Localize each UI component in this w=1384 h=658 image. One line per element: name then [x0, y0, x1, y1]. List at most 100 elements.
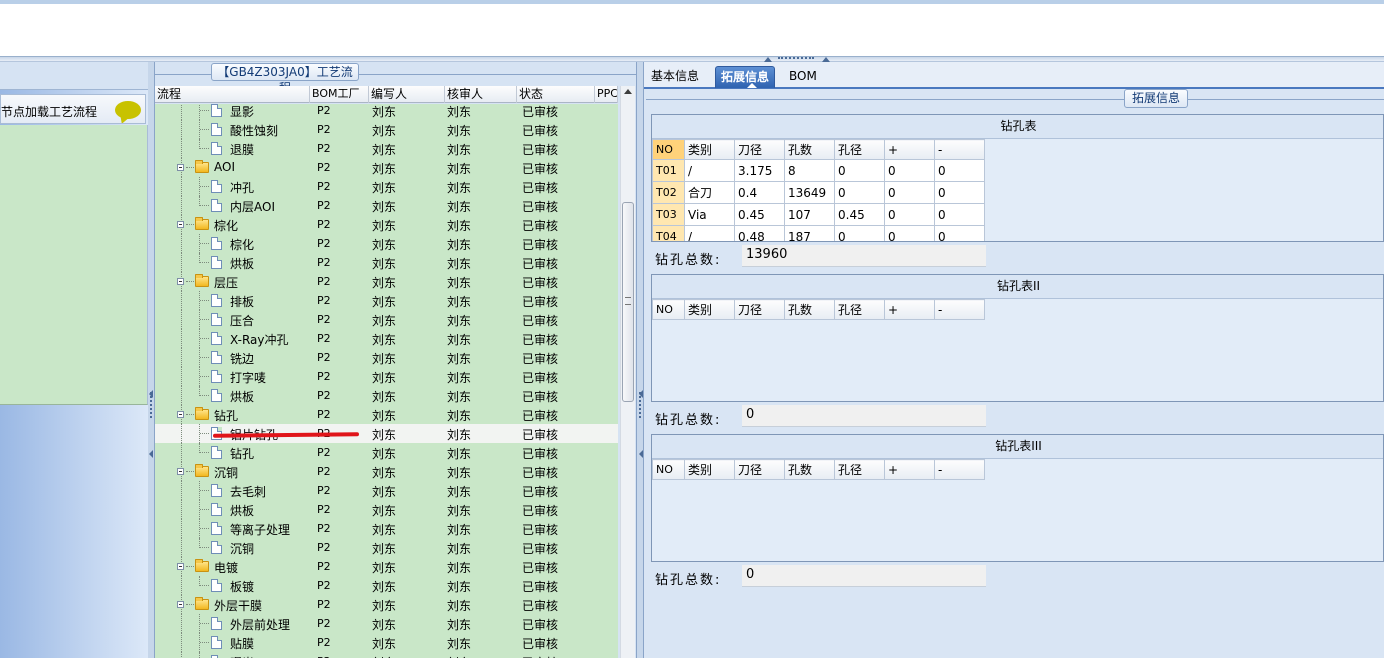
drill-column-header[interactable]: NO [652, 459, 685, 480]
drill-column-header[interactable]: 孔数 [784, 459, 835, 480]
tool-diameter-cell[interactable]: 0.4 [734, 181, 785, 204]
tree-step-row[interactable]: 铣边 P2 刘东 刘东 已审核 [155, 348, 618, 367]
splitter-grip-icon[interactable] [778, 57, 814, 61]
drill-column-header[interactable]: + [884, 139, 935, 160]
tree-folder-row[interactable]: 棕化 P2 刘东 刘东 已审核 [155, 215, 618, 234]
tree-step-row[interactable]: 内层AOI P2 刘东 刘东 已审核 [155, 196, 618, 215]
collapse-toggle-icon[interactable] [177, 278, 184, 285]
plus-tolerance-cell[interactable]: 0 [884, 225, 935, 241]
tree-folder-row[interactable]: 电镀 P2 刘东 刘东 已审核 [155, 557, 618, 576]
drill-column-header[interactable]: - [934, 459, 985, 480]
right-splitter[interactable] [636, 62, 644, 658]
hole-count-cell[interactable]: 13649 [784, 181, 835, 204]
drill-column-header[interactable]: 刀径 [734, 299, 785, 320]
tree-folder-row[interactable]: 层压 P2 刘东 刘东 已审核 [155, 272, 618, 291]
hole-count-cell[interactable]: 8 [784, 159, 835, 182]
drill-total-field[interactable]: 0 [742, 565, 986, 587]
collapse-toggle-icon[interactable] [177, 601, 184, 608]
minus-tolerance-cell[interactable]: 0 [934, 181, 985, 204]
scrollbar-thumb[interactable] [622, 202, 634, 402]
drill-column-header[interactable]: 孔数 [784, 139, 835, 160]
tree-step-row[interactable]: 烘板 P2 刘东 刘东 已审核 [155, 386, 618, 405]
tool-diameter-cell[interactable]: 0.48 [734, 225, 785, 241]
category-cell[interactable]: / [684, 159, 735, 182]
collapse-toggle-icon[interactable] [177, 563, 184, 570]
vertical-scrollbar[interactable] [620, 86, 635, 658]
column-header[interactable]: 编写人 [369, 86, 445, 103]
tool-diameter-cell[interactable]: 3.175 [734, 159, 785, 182]
node-load-process-item[interactable]: 节点加载工艺流程 [0, 94, 146, 124]
drill-column-header[interactable]: 类别 [684, 459, 735, 480]
tree-folder-row[interactable]: 外层干膜 P2 刘东 刘东 已审核 [155, 595, 618, 614]
drill-column-header[interactable]: 类别 [684, 299, 735, 320]
tab-bom[interactable]: BOM [784, 66, 822, 88]
drill-no-cell[interactable]: T04 [652, 225, 685, 241]
tree-step-row[interactable]: 棕化 P2 刘东 刘东 已审核 [155, 234, 618, 253]
tree-step-row[interactable]: 压合 P2 刘东 刘东 已审核 [155, 310, 618, 329]
splitter-grip-icon[interactable] [150, 392, 152, 418]
hole-diameter-cell[interactable]: 0 [834, 225, 885, 241]
tree-folder-row[interactable]: 沉铜 P2 刘东 刘东 已审核 [155, 462, 618, 481]
category-cell[interactable]: 合刀 [684, 181, 735, 204]
drill-column-header[interactable]: 孔径 [834, 459, 885, 480]
drill-column-header[interactable]: 类别 [684, 139, 735, 160]
drill-column-header[interactable]: - [934, 139, 985, 160]
drill-column-header[interactable]: + [884, 299, 935, 320]
drill-column-header[interactable]: 刀径 [734, 459, 785, 480]
column-header[interactable]: 核审人 [445, 86, 517, 103]
scroll-up-icon[interactable] [624, 89, 632, 94]
drill-column-header[interactable]: NO [652, 299, 685, 320]
plus-tolerance-cell[interactable]: 0 [884, 203, 935, 226]
column-header[interactable]: 流程 [155, 86, 310, 103]
drill-column-header[interactable]: NO [652, 139, 685, 160]
hole-diameter-cell[interactable]: 0 [834, 181, 885, 204]
collapse-toggle-icon[interactable] [177, 221, 184, 228]
tree-step-row[interactable]: 板镀 P2 刘东 刘东 已审核 [155, 576, 618, 595]
drill-row[interactable]: T04/0.48 187 0 0 0 [652, 225, 985, 241]
drill-no-cell[interactable]: T02 [652, 181, 685, 204]
tree-step-row[interactable]: X-Ray冲孔 P2 刘东 刘东 已审核 [155, 329, 618, 348]
column-header[interactable]: PPC [595, 86, 618, 103]
drill-column-header[interactable]: - [934, 299, 985, 320]
minus-tolerance-cell[interactable]: 0 [934, 159, 985, 182]
drill-column-header[interactable]: 刀径 [734, 139, 785, 160]
tree-step-row[interactable]: 钻孔 P2 刘东 刘东 已审核 [155, 443, 618, 462]
plus-tolerance-cell[interactable]: 0 [884, 181, 935, 204]
collapse-left-icon[interactable] [639, 450, 643, 458]
tree-step-row[interactable]: 冲孔 P2 刘东 刘东 已审核 [155, 177, 618, 196]
drill-column-header[interactable]: 孔数 [784, 299, 835, 320]
tree-step-row[interactable]: 退膜 P2 刘东 刘东 已审核 [155, 139, 618, 158]
minus-tolerance-cell[interactable]: 0 [934, 203, 985, 226]
hole-count-cell[interactable]: 187 [784, 225, 835, 241]
collapse-toggle-icon[interactable] [177, 468, 184, 475]
drill-column-header[interactable]: + [884, 459, 935, 480]
drill-no-cell[interactable]: T03 [652, 203, 685, 226]
tree-step-row[interactable]: 烘板 P2 刘东 刘东 已审核 [155, 500, 618, 519]
drill-total-field[interactable]: 0 [742, 405, 986, 427]
tree-step-row[interactable]: 贴膜 P2 刘东 刘东 已审核 [155, 633, 618, 652]
minus-tolerance-cell[interactable]: 0 [934, 225, 985, 241]
hole-count-cell[interactable]: 107 [784, 203, 835, 226]
tree-folder-row[interactable]: 钻孔 P2 刘东 刘东 已审核 [155, 405, 618, 424]
splitter-grip-icon[interactable] [639, 392, 641, 418]
drill-total-field[interactable]: 13960 [742, 245, 986, 267]
drill-row[interactable]: T01/3.175 8 0 0 0 [652, 159, 985, 182]
drill-row[interactable]: T03 Via 0.45 107 0.45 0 0 [652, 203, 985, 226]
tab-extended-info[interactable]: 拓展信息 [715, 66, 776, 88]
tree-step-row[interactable]: 打字唛 P2 刘东 刘东 已审核 [155, 367, 618, 386]
tree-folder-row[interactable]: AOI P2 刘东 刘东 已审核 [155, 158, 618, 177]
drill-no-cell[interactable]: T01 [652, 159, 685, 182]
collapse-left-icon[interactable] [149, 450, 153, 458]
drill-row[interactable]: T02 合刀 0.4 13649 0 0 0 [652, 181, 985, 204]
drill-column-header[interactable]: 孔径 [834, 139, 885, 160]
tree-step-row[interactable]: 等离子处理 P2 刘东 刘东 已审核 [155, 519, 618, 538]
collapse-toggle-icon[interactable] [177, 411, 184, 418]
hole-diameter-cell[interactable]: 0 [834, 159, 885, 182]
column-header[interactable]: 状态 [517, 86, 595, 103]
tree-step-row[interactable]: 外层前处理 P2 刘东 刘东 已审核 [155, 614, 618, 633]
tree-step-row[interactable]: 酸性蚀刻 P2 刘东 刘东 已审核 [155, 120, 618, 139]
category-cell[interactable]: Via [684, 203, 735, 226]
tree-step-row[interactable]: 沉铜 P2 刘东 刘东 已审核 [155, 538, 618, 557]
collapse-toggle-icon[interactable] [177, 164, 184, 171]
column-header[interactable]: BOM工厂 [310, 86, 369, 103]
